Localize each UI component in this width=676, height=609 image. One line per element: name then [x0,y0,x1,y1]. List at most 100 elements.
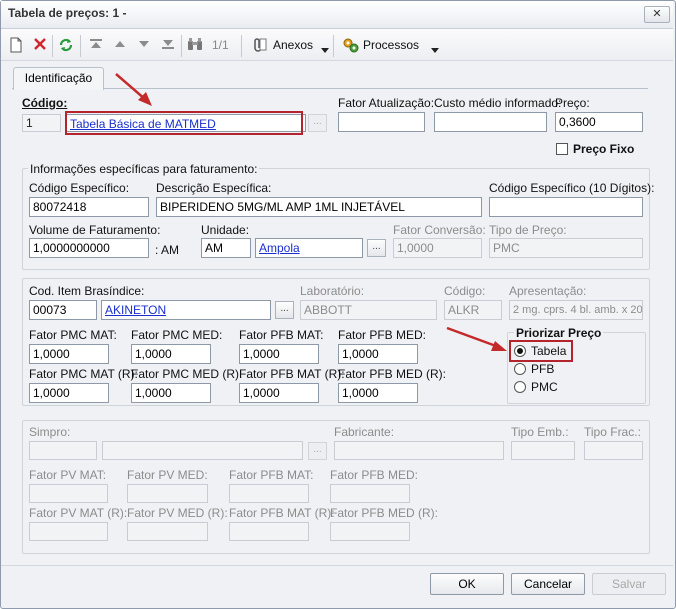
preco-fixo-label: Preço Fixo [573,142,635,156]
radio-pmc[interactable] [514,381,526,393]
unidade-code-input[interactable]: AM [201,238,251,258]
fator-pv-med-r-label: Fator PV MED (R): [127,506,228,520]
tipo-emb-label: Tipo Emb.: [511,425,569,439]
refresh-icon[interactable] [58,37,74,53]
tipo-frac-label: Tipo Frac.: [584,425,641,439]
simpro-code-input [29,441,97,460]
close-button[interactable]: ✕ [644,6,670,23]
preco-input[interactable]: 0,3600 [555,112,643,132]
delete-icon[interactable] [32,37,48,53]
anexos-menu[interactable]: Anexos [273,38,313,52]
tab-identificacao[interactable]: Identificação [13,67,104,90]
codigo-lab-input: ALKR [444,300,502,320]
paperclip-icon[interactable] [251,37,267,53]
codigo-especifico-label: Código Específico: [29,181,130,195]
volume-faturamento-input[interactable]: 1,0000000000 [29,238,149,258]
codigo-field[interactable]: 1 [22,114,61,132]
toolbar-separator [333,35,334,57]
simpro-fator-pfb-med-input [330,484,410,503]
preco-fixo-checkbox[interactable] [556,143,568,155]
fator-pfb-mat-input[interactable]: 1,0000 [239,344,319,364]
volume-faturamento-label: Volume de Faturamento: [29,223,161,237]
fator-pmc-mat-r-input[interactable]: 1,0000 [29,383,109,403]
fator-pv-med-r-input [127,522,208,541]
simpro-fator-pfb-mat-r-input [229,522,309,541]
descricao-especifica-label: Descrição Específica: [156,181,272,195]
cod-item-brasindice-input[interactable]: 00073 [29,300,97,320]
radio-pmc-label: PMC [531,380,558,394]
footer-divider [1,565,673,566]
radio-pfb[interactable] [514,363,526,375]
cod-item-brasindice-label: Cod. Item Brasíndice: [29,284,145,298]
gears-icon[interactable] [342,37,359,53]
item-brasindice-field[interactable]: AKINETON [101,300,271,320]
codigo-especifico-input[interactable]: 80072418 [29,197,149,217]
toolbar-separator [181,35,182,57]
simpro-fator-pfb-med-r-label: Fator PFB MED (R): [330,506,439,520]
new-document-icon[interactable] [8,37,24,53]
ok-button[interactable]: OK [430,573,504,595]
fator-pmc-med-input[interactable]: 1,0000 [131,344,211,364]
fator-pv-mat-input [29,484,108,503]
laboratorio-input: ABBOTT [300,300,437,320]
brasindice-browse-button[interactable]: ... [275,301,294,319]
fator-pfb-mat-r-label: Fator PFB MAT (R): [239,367,345,381]
anexos-dropdown-icon[interactable] [321,42,329,56]
simpro-name-input [102,441,303,460]
simpro-fator-pfb-med-r-input [330,522,410,541]
save-button[interactable]: Salvar [592,573,666,595]
unidade-name-field[interactable]: Ampola [255,238,363,258]
fator-pmc-mat-label: Fator PMC MAT: [29,328,117,342]
fator-pfb-mat-r-input[interactable]: 1,0000 [239,383,319,403]
tipo-frac-input [584,441,643,460]
fator-atualizacao-input[interactable] [338,112,425,132]
codigo-10-digitos-input[interactable] [489,197,643,217]
fator-pfb-med-label: Fator PFB MED: [338,328,427,342]
toolbar-separator [52,35,53,57]
tipo-preco-input: PMC [489,238,643,258]
apresentacao-label: Apresentação: [509,284,587,298]
record-position: 1/1 [212,38,229,52]
tipo-emb-input [511,441,575,460]
fator-pv-mat-r-input [29,522,108,541]
item-brasindice-link[interactable]: AKINETON [105,303,166,317]
fator-conversao-label: Fator Conversão: [393,223,486,237]
toolbar-separator [80,35,81,57]
fator-pmc-mat-r-label: Fator PMC MAT (R): [29,367,138,381]
fator-pmc-med-r-label: Fator PMC MED (R): [131,367,243,381]
fator-pfb-med-input[interactable]: 1,0000 [338,344,418,364]
simpro-browse-button: ... [308,442,327,460]
unidade-link[interactable]: Ampola [259,241,300,255]
window-title: Tabela de preços: 1 - [8,6,127,20]
cancel-button[interactable]: Cancelar [511,573,585,595]
simpro-fator-pfb-mat-input [229,484,309,503]
last-record-icon[interactable] [160,37,176,53]
fator-pv-med-input [127,484,208,503]
fator-pfb-med-r-input[interactable]: 1,0000 [338,383,418,403]
previous-record-icon[interactable] [112,37,128,53]
descricao-especifica-input[interactable]: BIPERIDENO 5MG/ML AMP 1ML INJETÁVEL [156,197,482,217]
unidade-browse-button[interactable]: ... [367,239,386,257]
fator-pv-mat-r-label: Fator PV MAT (R): [29,506,128,520]
binoculars-icon[interactable] [187,37,203,53]
simpro-fator-pfb-mat-r-label: Fator PFB MAT (R): [229,506,335,520]
processos-menu[interactable]: Processos [363,38,419,52]
first-record-icon[interactable] [88,37,104,53]
processos-dropdown-icon[interactable] [431,42,439,56]
volume-unit-label: : AM [155,243,180,257]
fator-pmc-med-r-input[interactable]: 1,0000 [131,383,211,403]
custo-medio-input[interactable] [434,112,547,132]
radio-tabela[interactable] [514,345,526,357]
fabricante-input [334,441,504,460]
custo-medio-label: Custo médio informado: [434,96,562,110]
fator-pmc-med-label: Fator PMC MED: [131,328,223,342]
laboratorio-label: Laboratório: [300,284,365,298]
faturamento-group-label: Informações específicas para faturamento… [28,162,260,176]
next-record-icon[interactable] [136,37,152,53]
fator-pmc-mat-input[interactable]: 1,0000 [29,344,109,364]
fator-pv-med-label: Fator PV MED: [127,468,208,482]
unidade-label: Unidade: [201,223,250,237]
tabela-browse-button[interactable]: ... [308,114,327,132]
annotation-arrow [115,73,152,106]
apresentacao-input: 2 mg. cprs. 4 bl. amb. x 20 [509,300,643,320]
